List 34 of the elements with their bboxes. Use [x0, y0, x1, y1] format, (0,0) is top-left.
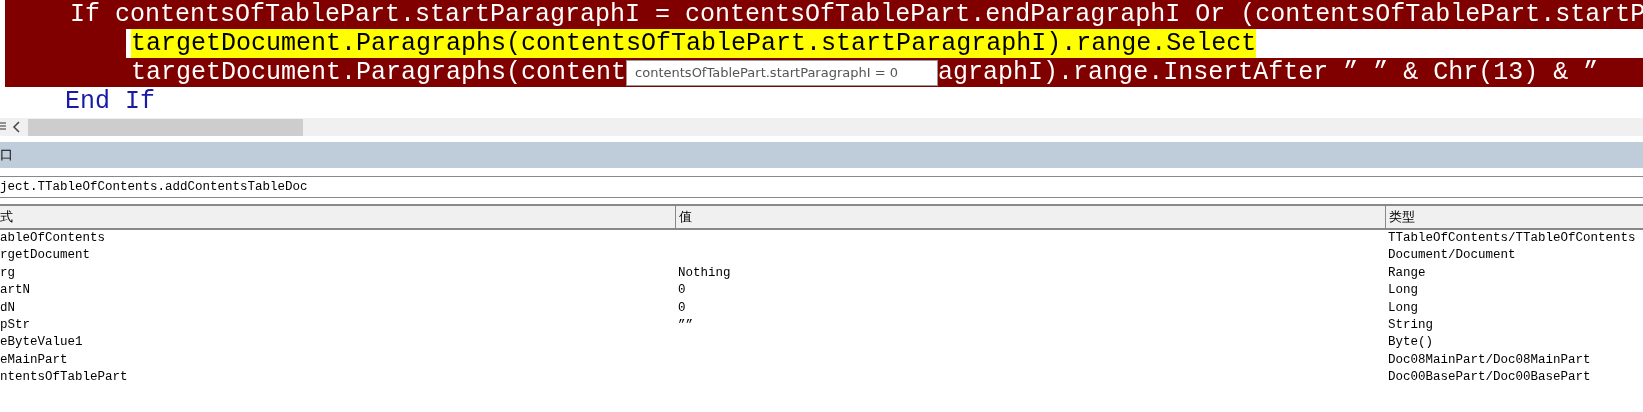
table-cell-text: 0 [677, 282, 687, 300]
table-cell-text: dN [0, 299, 16, 317]
context-field[interactable]: ject.TTableOfContents.addContentsTableDoc [0, 176, 1643, 198]
value-tooltip: contentsOfTablePart.startParagraphI = 0 [626, 59, 939, 86]
scroll-left-icon[interactable] [12, 121, 22, 133]
table-cell-text: Nothing [677, 264, 732, 282]
code-line: targetDocument.Paragraphs(content [131, 58, 627, 87]
table-cell-text: ableOfContents [0, 230, 107, 247]
table-cell-text: pStr [0, 316, 31, 334]
table-cell-text: rg [0, 264, 16, 282]
table-cell-text: Doc08MainPart/Doc08MainPart [1387, 351, 1592, 369]
panel-title: 口 [0, 146, 13, 164]
list-icon[interactable] [0, 122, 6, 132]
table-cell-text: eMainPart [0, 351, 69, 369]
table-cell-text: Byte() [1387, 334, 1434, 352]
column-header[interactable]: 类型 [1385, 206, 1643, 228]
table-cell-text: ”” [677, 316, 694, 334]
scrollbar-thumb[interactable] [28, 118, 303, 136]
table-cell-text: rgetDocument [0, 247, 91, 265]
table-cell-text: Doc00BasePart/Doc00BasePart [1387, 369, 1592, 387]
code-line: End If [65, 87, 155, 116]
table-cell-text: Long [1387, 282, 1419, 300]
table-cell-text: ntentsOfTablePart [0, 369, 129, 387]
table-cell-text: TTableOfContents/TTableOfContents [1387, 230, 1637, 247]
code-line: agraphI).range.InsertAfter ” ” & Chr(13) & ” [938, 58, 1599, 87]
column-header[interactable]: 值 [675, 206, 1385, 228]
table-cell-text: String [1387, 316, 1434, 334]
table-cell-text: Long [1387, 299, 1419, 317]
table-cell-text: 0 [677, 299, 687, 317]
table-cell-text: Range [1387, 264, 1427, 282]
table-cell-text: eByteValue1 [0, 334, 84, 352]
table-cell-text: Document/Document [1387, 247, 1517, 265]
column-header[interactable]: 式 [0, 206, 675, 228]
table-cell-text: artN [0, 282, 31, 300]
